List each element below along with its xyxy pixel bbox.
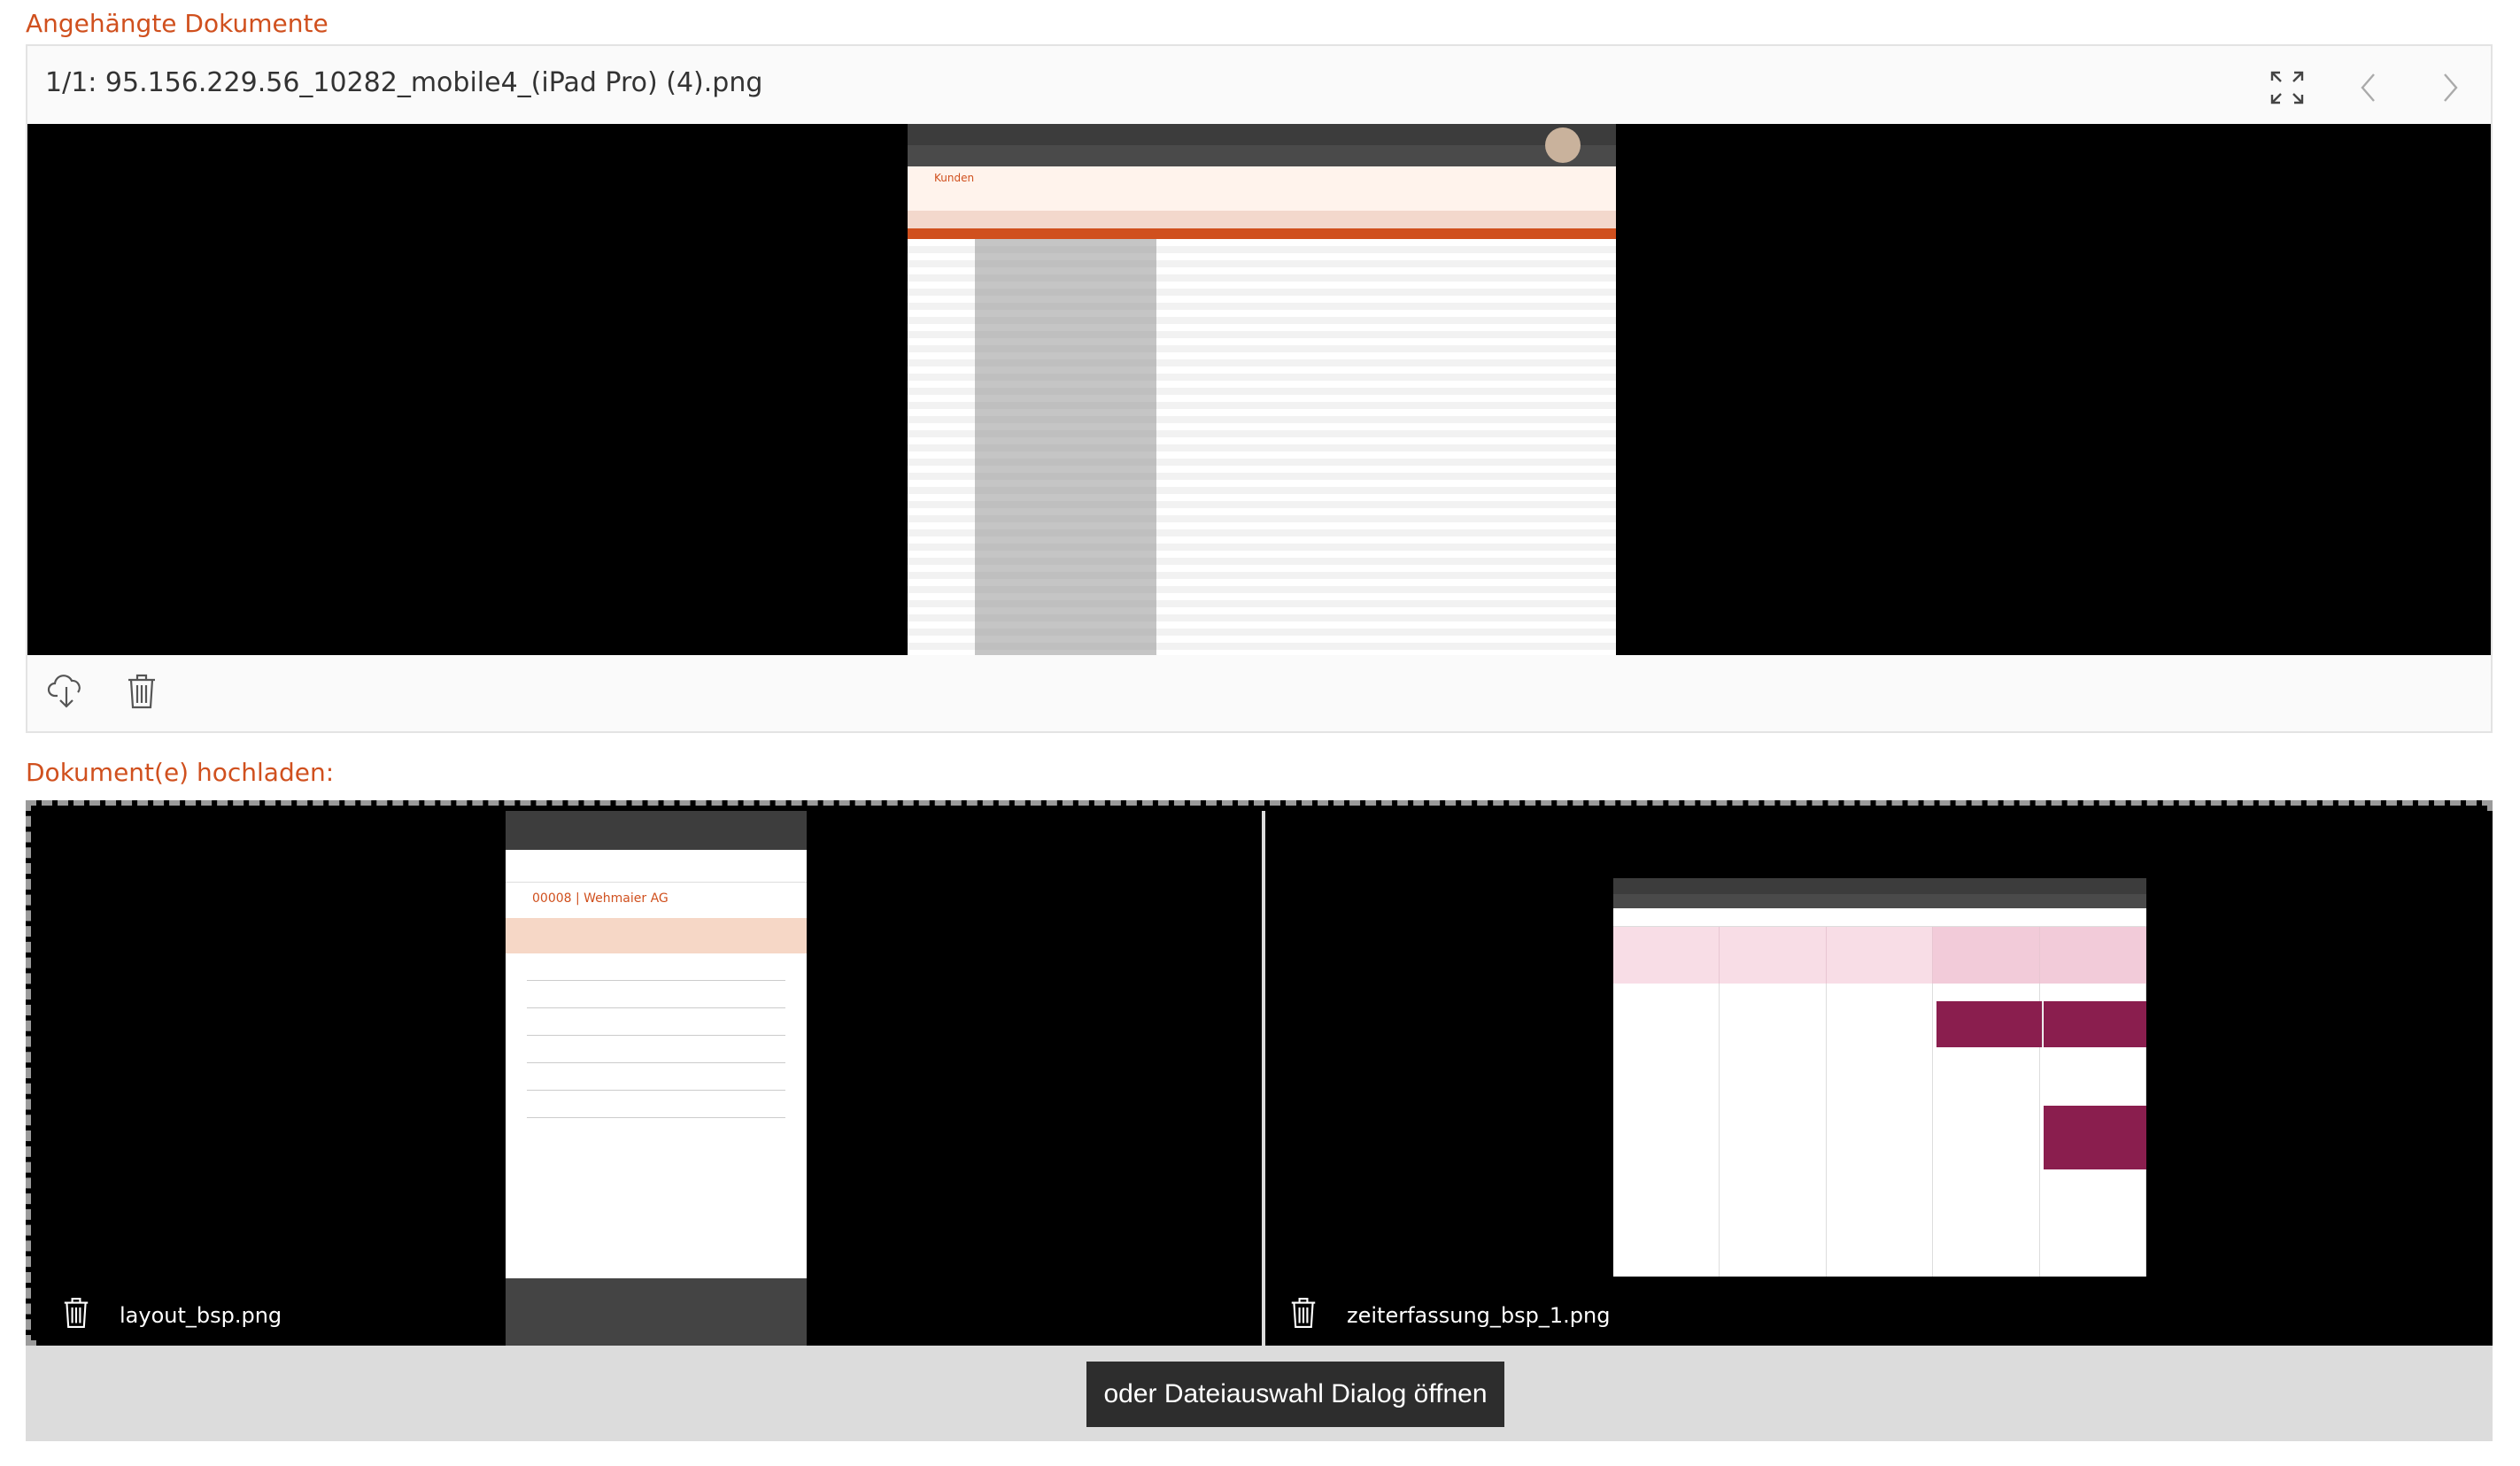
fullscreen-button[interactable] (2264, 66, 2310, 110)
preview-table-rows (908, 239, 1616, 655)
upload-title: Dokument(e) hochladen: (26, 758, 335, 787)
calendar-nav-bar (1613, 878, 2146, 894)
preview-page-title: Kunden (908, 166, 1616, 211)
trash-icon (128, 674, 155, 709)
download-button[interactable] (47, 673, 86, 714)
remove-file-button[interactable] (1290, 1296, 1317, 1333)
calendar-day (2039, 927, 2146, 984)
calendar-body (1613, 984, 2146, 1277)
preview-table-header (908, 228, 1616, 239)
preview-search-bar (908, 211, 1616, 228)
open-file-dialog-button[interactable]: oder Dateiauswahl Dialog öffnen (1086, 1362, 1504, 1427)
mobile-overlay (506, 1278, 807, 1346)
chevron-left-icon (2361, 73, 2375, 102)
file-name: zeiterfassung_bsp_1.png (1347, 1303, 1611, 1328)
calendar-day (1827, 927, 1934, 984)
calendar-event (2043, 1001, 2146, 1047)
viewer-toolbar (2264, 66, 2473, 110)
next-document-button[interactable] (2427, 66, 2473, 110)
calendar-day (1613, 927, 1720, 984)
upload-thumbnail: 00008 | Wehmaier AG layout_bsp.png (36, 811, 1262, 1346)
preview-selected-column (975, 239, 1156, 655)
trash-icon (64, 1298, 89, 1328)
calendar-event (2043, 1106, 2146, 1169)
calendar-day-headers (1613, 927, 2146, 984)
calendar-column (1827, 984, 1934, 1277)
mobile-field (527, 988, 785, 1008)
calendar-column (1613, 984, 1720, 1277)
upload-thumbnail: zeiterfassung_bsp_1.png (1265, 811, 2493, 1346)
preview-screenshot: Kunden (908, 124, 1616, 655)
mobile-field (527, 961, 785, 981)
cloud-download-icon (47, 675, 81, 708)
calendar-event (1936, 1001, 2043, 1047)
expand-icon (2270, 71, 2304, 104)
mobile-field (527, 1070, 785, 1091)
mobile-action-bar (506, 918, 807, 953)
mobile-field (527, 1015, 785, 1036)
thumbnail-image: 00008 | Wehmaier AG (506, 811, 807, 1346)
calendar-column (1933, 984, 2043, 1277)
remove-file-button[interactable] (63, 1296, 89, 1333)
calendar-day (1933, 927, 2040, 984)
preview-avatar (1545, 127, 1581, 163)
current-filename: 1/1: 95.156.229.56_10282_mobile4_(iPad P… (45, 67, 763, 98)
file-name: layout_bsp.png (120, 1303, 282, 1328)
mobile-breadcrumb (506, 850, 807, 883)
calendar-day (1720, 927, 1827, 984)
preview-icon-bar (908, 145, 1616, 166)
document-preview: Kunden (27, 124, 2491, 655)
mobile-toolbar (506, 811, 807, 850)
mobile-title: 00008 | Wehmaier AG (532, 891, 669, 906)
chevron-right-icon (2444, 73, 2458, 102)
thumbnail-image (1613, 878, 2146, 1277)
viewer-footer (27, 657, 2491, 731)
calendar-icon-bar (1613, 894, 2146, 908)
attached-documents-title: Angehängte Dokumente (26, 9, 329, 38)
document-viewer: 1/1: 95.156.229.56_10282_mobile4_(iPad P… (26, 44, 2493, 733)
upload-area: 00008 | Wehmaier AG layout_bsp.png zeite… (26, 800, 2493, 1441)
trash-icon (1291, 1298, 1316, 1328)
delete-attached-button[interactable] (127, 673, 157, 714)
drop-zone[interactable]: 00008 | Wehmaier AG layout_bsp.png zeite… (26, 800, 2493, 1346)
preview-nav-bar (908, 124, 1616, 163)
viewer-header: 1/1: 95.156.229.56_10282_mobile4_(iPad P… (27, 46, 2491, 123)
mobile-field (527, 1043, 785, 1063)
calendar-column (1720, 984, 1827, 1277)
mobile-field (527, 1098, 785, 1118)
previous-document-button[interactable] (2346, 66, 2392, 110)
calendar-toolbar (1613, 908, 2146, 927)
calendar-column (2040, 984, 2146, 1277)
